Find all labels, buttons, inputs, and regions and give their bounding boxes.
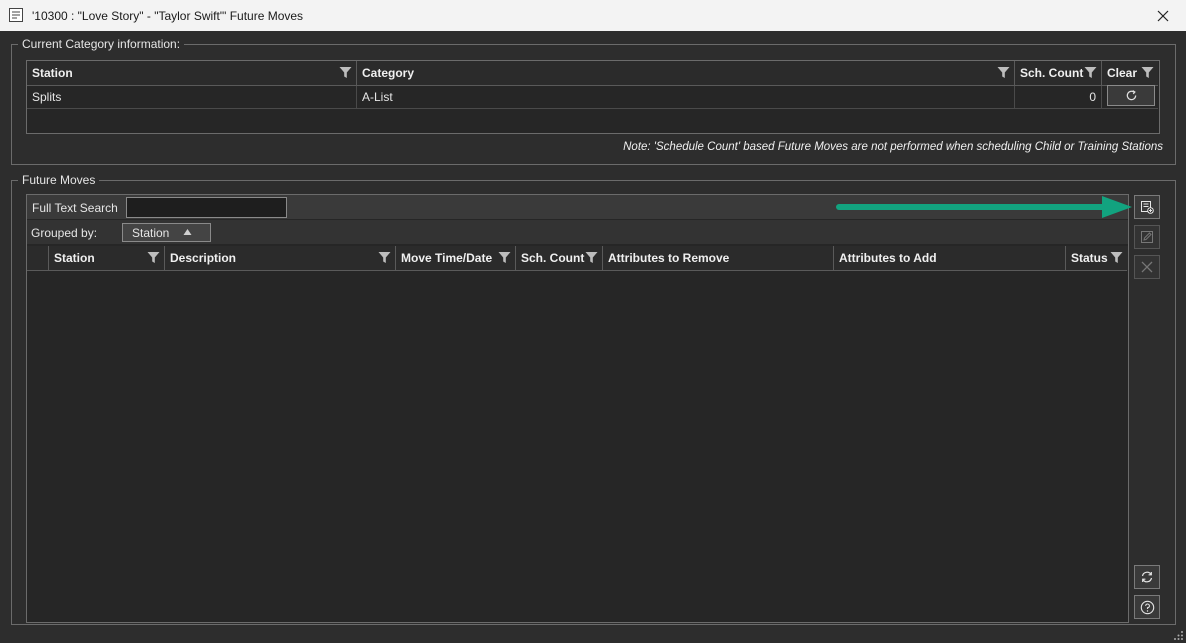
add-document-icon	[1141, 201, 1154, 214]
column-header-sch-count[interactable]: Sch. Count	[516, 246, 603, 271]
column-header-expander	[27, 246, 49, 271]
edit-future-move-button[interactable]	[1134, 225, 1160, 249]
refresh-icon	[1126, 90, 1136, 101]
title-bar: '10300 : "Love Story" - "Taylor Swift"' …	[0, 0, 1186, 32]
filter-icon[interactable]	[1141, 66, 1154, 79]
schedule-count-note: Note: 'Schedule Count' based Future Move…	[623, 141, 1163, 153]
future-moves-group: Future Moves Full Text Search Grouped by…	[11, 173, 1176, 625]
filter-icon[interactable]	[585, 251, 598, 264]
cell-sch-count: 0	[1015, 86, 1102, 108]
refresh-icon	[1141, 571, 1153, 583]
help-icon	[1140, 600, 1154, 614]
edit-icon	[1141, 231, 1153, 243]
filter-icon[interactable]	[1110, 251, 1123, 264]
current-category-group: Current Category information: Station Ca…	[11, 37, 1176, 165]
search-label: Full Text Search	[32, 201, 118, 215]
future-moves-grid-body[interactable]	[27, 272, 1128, 622]
window-client: Current Category information: Station Ca…	[0, 31, 1186, 643]
filter-icon[interactable]	[339, 66, 352, 79]
column-header-sch-count[interactable]: Sch. Count	[1015, 61, 1102, 86]
filter-icon[interactable]	[498, 251, 511, 264]
future-moves-header-row: Station Description Move Time/Date Sch. …	[27, 246, 1128, 271]
group-by-row: Grouped by: Station	[27, 220, 1128, 244]
close-button[interactable]	[1140, 0, 1186, 31]
column-header-clear[interactable]: Clear	[1102, 61, 1158, 86]
window-title: '10300 : "Love Story" - "Taylor Swift"' …	[32, 9, 304, 23]
help-button[interactable]	[1134, 595, 1160, 619]
cell-station: Splits	[27, 86, 357, 108]
column-header-category[interactable]: Category	[357, 61, 1015, 86]
add-future-move-button[interactable]	[1134, 195, 1160, 219]
close-icon	[1157, 10, 1169, 21]
column-header-move-time-date[interactable]: Move Time/Date	[396, 246, 516, 271]
column-header-attributes-to-remove[interactable]: Attributes to Remove	[603, 246, 834, 271]
column-header-station[interactable]: Station	[49, 246, 165, 271]
resize-grip-icon[interactable]	[1174, 631, 1184, 641]
refresh-button[interactable]	[1134, 565, 1160, 589]
document-icon	[9, 8, 23, 22]
future-moves-panel: Full Text Search Grouped by: Station Sta…	[26, 194, 1129, 623]
sort-ascending-icon[interactable]	[183, 228, 192, 236]
clear-refresh-button[interactable]	[1107, 85, 1155, 106]
current-category-grid: Station Category Sch. Count Clear Splits	[26, 60, 1160, 134]
column-header-description[interactable]: Description	[165, 246, 396, 271]
group-chip-station[interactable]: Station	[122, 223, 211, 242]
column-header-status[interactable]: Status	[1066, 246, 1127, 271]
cell-category: A-List	[357, 86, 1015, 108]
filter-icon[interactable]	[147, 251, 160, 264]
table-row[interactable]: Splits A-List 0	[27, 86, 1158, 109]
delete-future-move-button[interactable]	[1134, 255, 1160, 279]
delete-icon	[1141, 261, 1153, 273]
full-text-search-input[interactable]	[126, 197, 287, 218]
grouped-by-label: Grouped by:	[31, 226, 98, 240]
filter-icon[interactable]	[378, 251, 391, 264]
column-header-attributes-to-add[interactable]: Attributes to Add	[834, 246, 1066, 271]
annotation-arrow	[836, 196, 1132, 218]
filter-icon[interactable]	[997, 66, 1010, 79]
current-category-legend: Current Category information:	[18, 37, 185, 51]
column-header-station[interactable]: Station	[27, 61, 357, 86]
future-moves-legend: Future Moves	[18, 173, 100, 187]
filter-icon[interactable]	[1084, 66, 1097, 79]
